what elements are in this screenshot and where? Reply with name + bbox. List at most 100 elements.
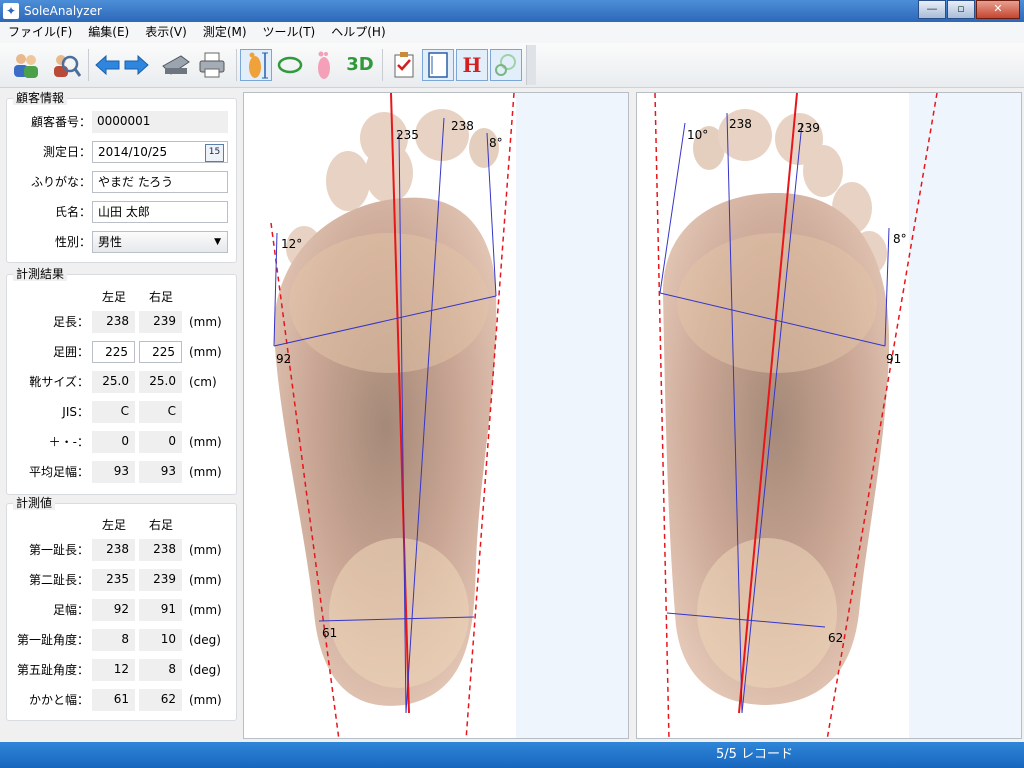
right-foot-pane[interactable]: 10° 238 239 8° 91 62 [636, 92, 1022, 739]
right-foot-image[interactable]: 10° 238 239 8° 91 62 [637, 93, 1022, 739]
foot-width-label: 足幅： [52, 603, 89, 617]
left-foot-pane[interactable]: 235 238 8° 12° 92 61 [243, 92, 629, 739]
date-value: 2014/10/25 [98, 145, 168, 159]
menu-file[interactable]: ファイル(F) [0, 22, 80, 43]
foot-girth-right-input[interactable]: 225 [139, 341, 182, 363]
left-foot-header: 左足 [102, 290, 127, 304]
heel-width-label: かかと幅： [28, 693, 89, 707]
jis-label: JIS： [62, 405, 89, 419]
menu-help[interactable]: ヘルプ(H) [323, 22, 393, 43]
second-toe-length-label: 第二趾長： [28, 573, 89, 587]
foot-girth-label: 足囲： [52, 345, 89, 359]
scanner-icon[interactable] [160, 49, 192, 81]
customers-icon[interactable] [10, 49, 42, 81]
measure-frame-icon[interactable] [422, 49, 454, 81]
app-foot-icon: ✦ [3, 3, 19, 19]
unit-label: (mm) [189, 345, 222, 359]
right-foot-header: 右足 [149, 290, 174, 304]
menu-edit[interactable]: 編集(E) [80, 22, 137, 43]
fifth-toe-angle-right: 8 [139, 659, 182, 681]
search-customer-icon[interactable] [50, 49, 82, 81]
first-toe-length-right: 238 [139, 539, 182, 561]
heel-h-icon[interactable]: H [456, 49, 488, 81]
plus-minus-label: ＋・-： [48, 435, 89, 449]
checklist-icon[interactable] [388, 49, 420, 81]
name-input[interactable]: 山田 太郎 [92, 201, 228, 223]
record-counter: 5/5 レコード [716, 747, 794, 762]
unit-label: (mm) [189, 315, 222, 329]
kana-input[interactable]: やまだ たろう [92, 171, 228, 193]
status-bar: 5/5 レコード [0, 742, 1024, 768]
left-foot-header: 左足 [102, 518, 127, 532]
fifth-toe-angle-label: 8° [893, 232, 907, 246]
gender-select[interactable]: 男性 ▼ [92, 231, 228, 253]
results-group: 計測結果 左足 右足 足長： 238 239 (mm) 足囲： 225 225 … [6, 267, 237, 495]
kana-label: ふりがな： [30, 175, 91, 189]
toolbar-separator [382, 49, 383, 81]
toolbar: 3D H [0, 43, 1024, 88]
first-toe-angle-left: 8 [92, 629, 135, 651]
customer-id-label: 顧客番号： [30, 115, 91, 129]
title-bar: ✦ SoleAnalyzer — ▫ ✕ [0, 0, 1024, 22]
circle-tool-icon[interactable] [490, 49, 522, 81]
unit-label: (mm) [189, 543, 222, 557]
unit-label: (mm) [189, 693, 222, 707]
minimize-button[interactable]: — [918, 0, 946, 19]
unit-label: (mm) [189, 573, 222, 587]
foot-width-right: 91 [139, 599, 182, 621]
avg-width-right: 93 [139, 461, 182, 483]
unit-label: (mm) [189, 603, 222, 617]
customer-info-group: 顧客情報 顧客番号： 0000001 測定日： 2014/10/25 15 ふり… [6, 91, 237, 263]
printer-icon[interactable] [196, 49, 228, 81]
3d-view-icon[interactable]: 3D [344, 49, 376, 81]
chevron-down-icon: ▼ [214, 237, 221, 247]
foot-girth-left-input[interactable]: 225 [92, 341, 135, 363]
hallux-angle-label: 10° [687, 128, 708, 142]
first-toe-length-label: 第一趾長： [28, 543, 89, 557]
avg-width-label: 平均足幅： [28, 465, 89, 479]
heel-width-label: 62 [828, 631, 843, 645]
name-label: 氏名： [54, 205, 91, 219]
calendar-icon[interactable]: 15 [205, 144, 224, 162]
unit-label: (cm) [189, 375, 217, 389]
date-picker[interactable]: 2014/10/25 15 [92, 141, 228, 163]
menu-measure[interactable]: 測定(M) [195, 22, 255, 43]
foot-width-left: 92 [92, 599, 135, 621]
unit-label: (mm) [189, 465, 222, 479]
fifth-toe-angle-label: 12° [281, 237, 302, 251]
toolbar-separator [236, 49, 237, 81]
close-button[interactable]: ✕ [976, 0, 1020, 19]
width-label: 91 [886, 352, 901, 366]
first-toe-angle-label: 第一趾角度： [16, 633, 89, 647]
foot-length-icon[interactable] [240, 49, 272, 81]
ellipse-icon[interactable] [274, 49, 306, 81]
unit-label: (deg) [189, 663, 221, 677]
unit-label: (mm) [189, 435, 222, 449]
shoe-size-right: 25.0 [139, 371, 182, 393]
first-toe-length-left: 238 [92, 539, 135, 561]
fifth-toe-angle-left: 12 [92, 659, 135, 681]
menu-view[interactable]: 表示(V) [137, 22, 195, 43]
forward-arrow-icon[interactable] [120, 49, 152, 81]
gender-value: 男性 [98, 235, 123, 249]
shoe-size-label: 靴サイズ： [29, 375, 89, 389]
foot-length-label: 足長： [52, 315, 89, 329]
right-foot-header: 右足 [149, 518, 174, 532]
second-toe-length-right: 239 [139, 569, 182, 591]
maximize-button[interactable]: ▫ [947, 0, 975, 19]
toolbar-overflow-handle[interactable] [526, 45, 536, 85]
menu-tools[interactable]: ツール(T) [255, 22, 324, 43]
shoe-size-left: 25.0 [92, 371, 135, 393]
group-title: 計測結果 [13, 267, 68, 281]
foot-length-right: 239 [139, 311, 182, 333]
second-toe-length-left: 235 [92, 569, 135, 591]
second-toe-label: 235 [396, 128, 419, 142]
left-foot-image[interactable]: 235 238 8° 12° 92 61 [244, 93, 629, 739]
width-label: 92 [276, 352, 291, 366]
first-toe-angle-right: 10 [139, 629, 182, 651]
plus-minus-right: 0 [139, 431, 182, 453]
heel-width-left: 61 [92, 689, 135, 711]
foot-print-icon[interactable] [308, 49, 340, 81]
plus-minus-left: 0 [92, 431, 135, 453]
window-title: SoleAnalyzer [24, 4, 102, 18]
